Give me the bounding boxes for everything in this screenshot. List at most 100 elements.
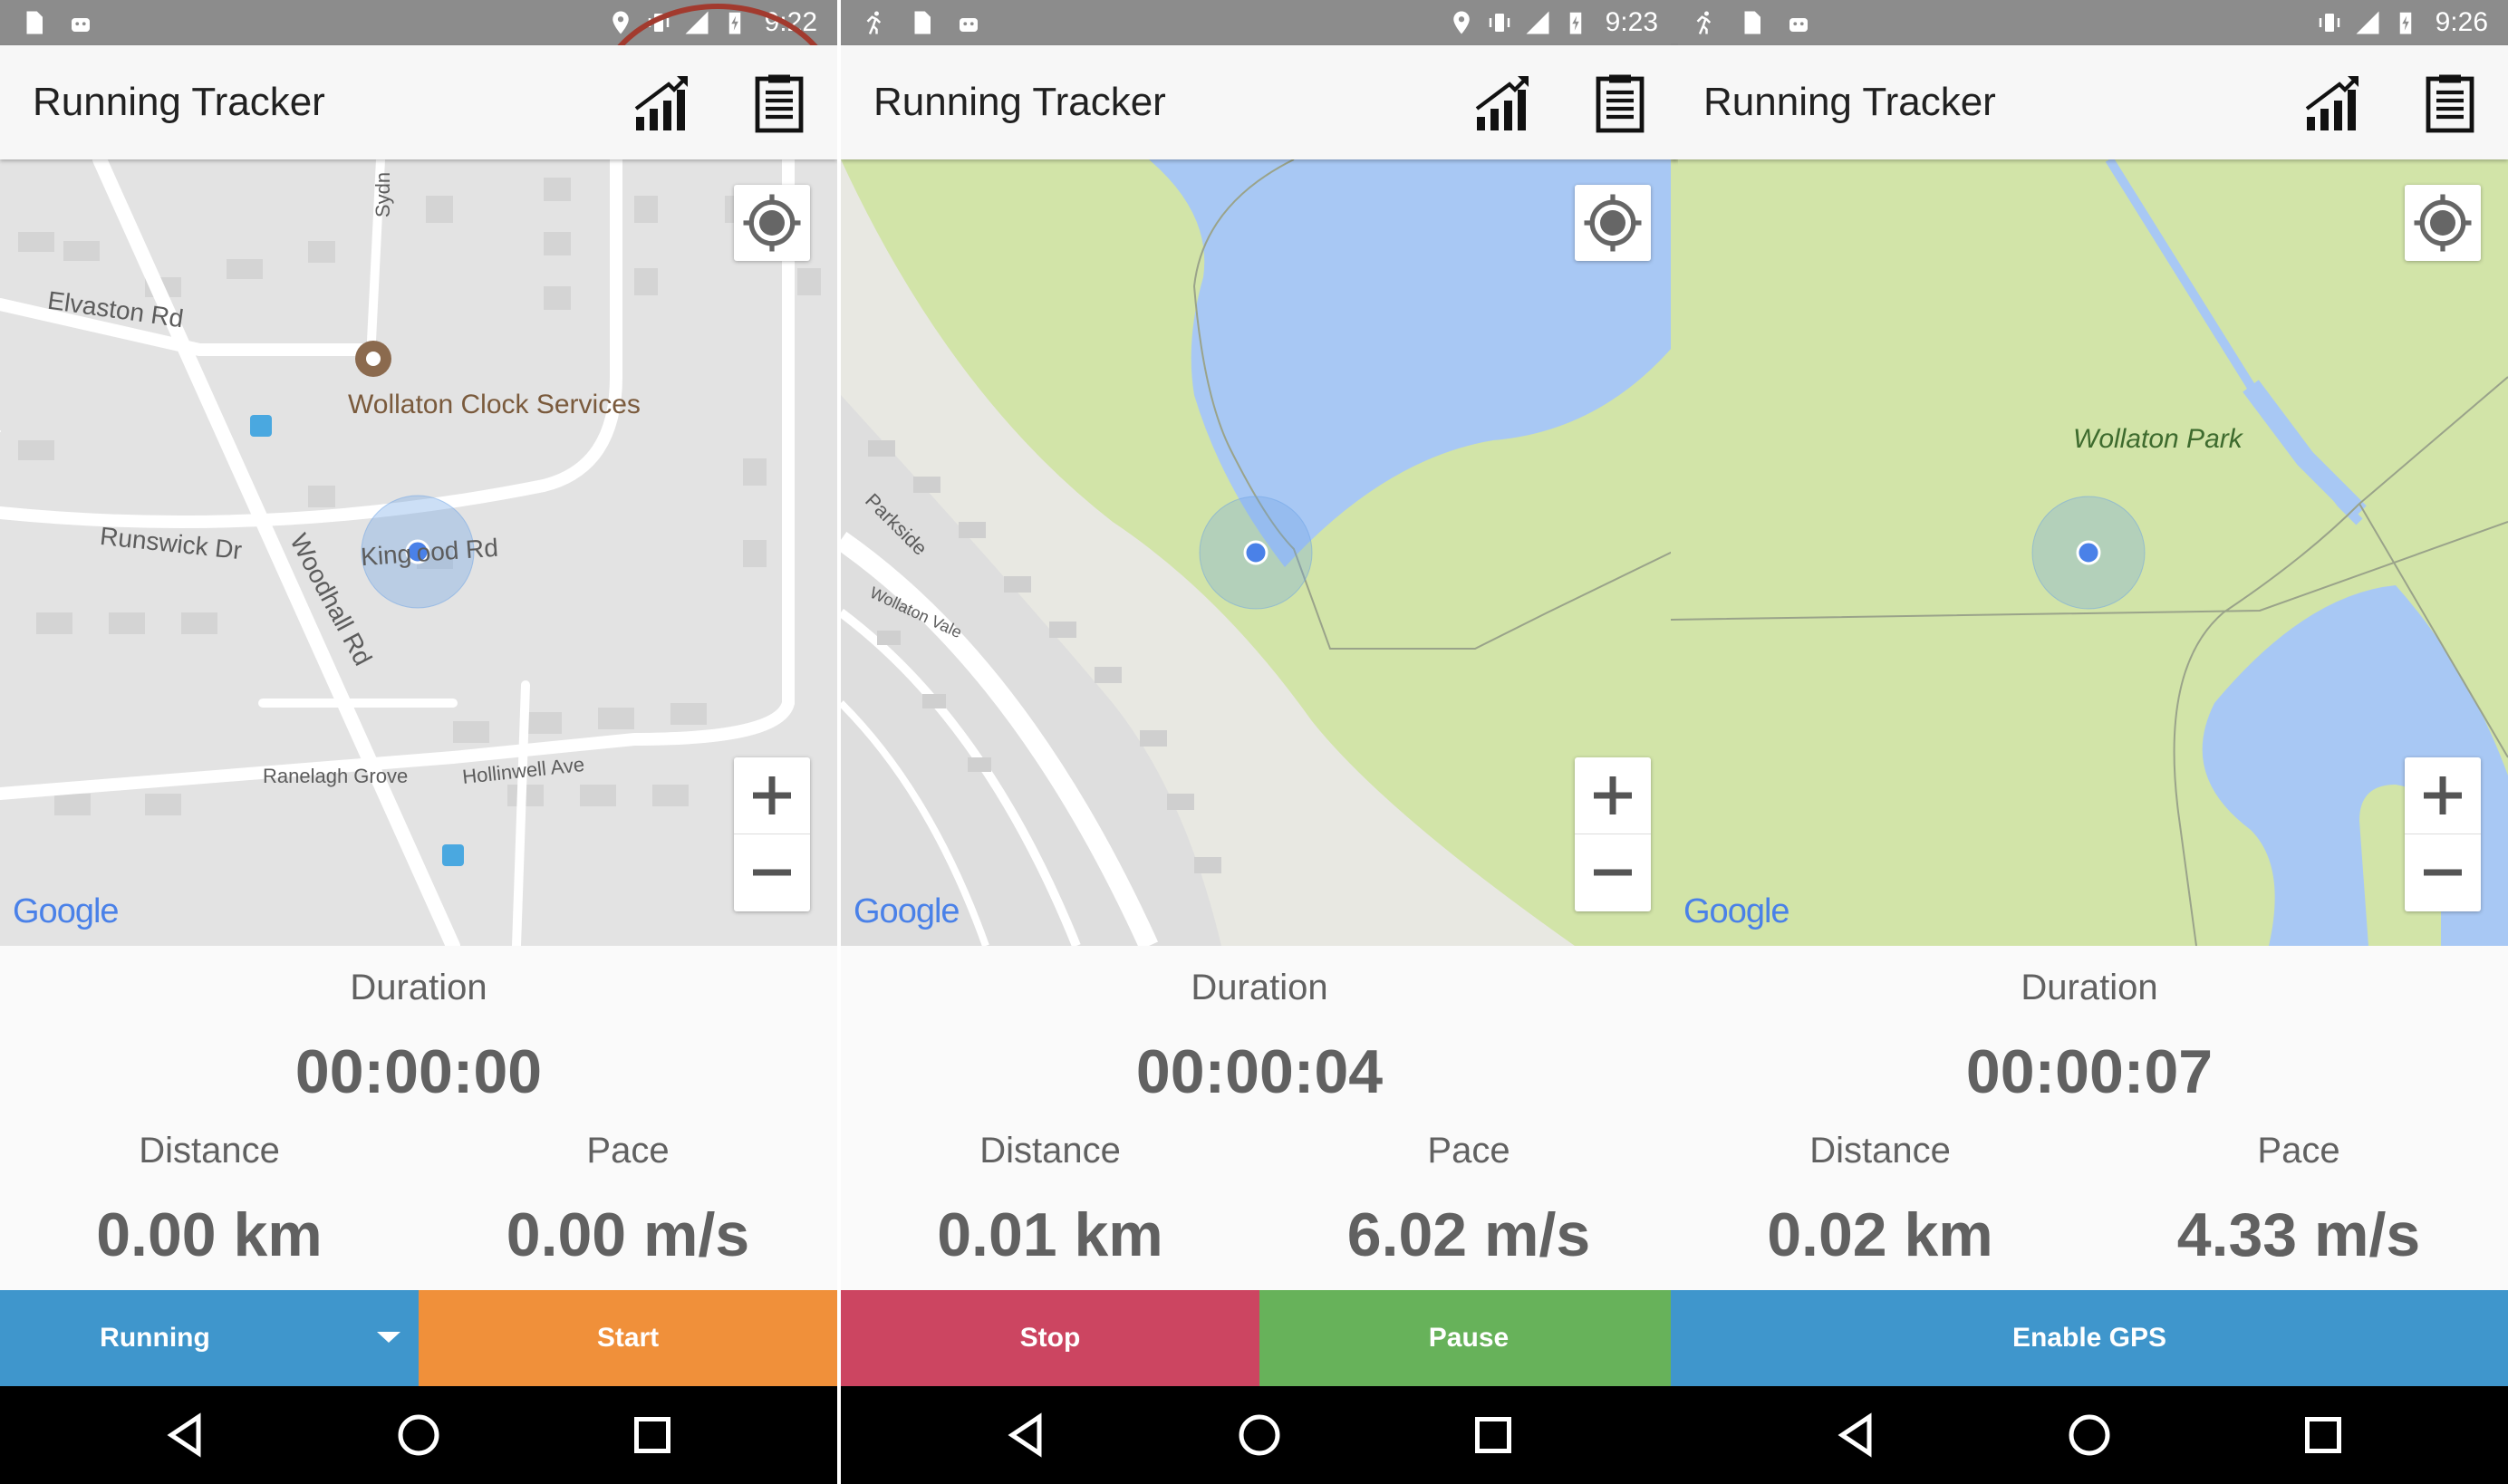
pause-button[interactable]: Pause [1259,1290,1678,1386]
stats-panel: Duration 00:00:00 Distance Pace 0.00 km … [0,946,837,1290]
android-icon [960,18,978,32]
stats-panel: Duration 00:00:04 Distance Pace 0.01 km … [841,946,1678,1290]
map-view[interactable]: Elvaston Rd Wollaton Clock Services Runs… [0,159,837,946]
app-bar: Running Tracker [1671,45,2508,159]
app-title: Running Tracker [873,80,1166,124]
map-label-sydn: Sydn [371,171,395,218]
map-view[interactable]: Parkside Wollaton Vale Google [841,159,1678,946]
running-man-icon [866,11,882,34]
zoom-out-button[interactable] [1575,834,1651,911]
stats-panel: Duration 00:00:07 Distance Pace 0.02 km … [1671,946,2508,1290]
my-location-icon [2414,194,2472,252]
minus-icon [2424,869,2462,876]
android-icon [72,18,90,32]
duration-value: 00:00:00 [294,1037,543,1106]
zoom-controls [1575,757,1651,911]
recents-square-icon[interactable] [2296,1408,2350,1462]
distance-value: 0.02 km [1767,1200,1993,1269]
pace-value: 6.02 m/s [1346,1200,1591,1269]
minus-icon [1594,869,1632,876]
zoom-controls [2405,757,2481,911]
distance-value: 0.01 km [937,1200,1163,1269]
sd-card-icon [1744,11,1760,34]
stats-bar-chart-icon[interactable] [1471,71,1537,136]
clipboard-list-icon[interactable] [1587,71,1653,136]
app-title: Running Tracker [33,80,325,124]
system-nav-bar [1671,1386,2508,1484]
stats-bar-chart-icon[interactable] [631,71,696,136]
app-bar: Running Tracker [841,45,1678,159]
back-triangle-icon[interactable] [158,1408,212,1462]
system-nav-bar [0,1386,837,1484]
plus-icon [753,776,791,814]
enable-gps-button[interactable]: Enable GPS [1671,1290,2508,1386]
sd-card-icon [914,11,931,34]
distance-value: 0.00 km [96,1200,323,1269]
zoom-out-button[interactable] [2405,834,2481,911]
zoom-in-button[interactable] [734,757,810,834]
map-label-wollaton-park: Wollaton Park [2073,424,2243,454]
distance-label: Distance [139,1131,280,1171]
distance-label: Distance [979,1131,1121,1171]
stats-bar-chart-icon[interactable] [2301,71,2367,136]
map-label-ranelagh-grove: Ranelagh Grove [263,765,409,787]
zoom-in-button[interactable] [1575,757,1651,834]
status-time: 9:23 [1605,7,1658,37]
google-logo: Google [854,892,960,930]
android-icon [1789,18,1808,32]
home-circle-icon[interactable] [1232,1408,1287,1462]
battery-charging-icon [1569,12,1581,34]
zoom-controls [734,757,810,911]
lte-signal-icon [2356,11,2379,34]
phone-screen-2: 9:23 Running Tracker Parkside Wollaton V… [841,0,1678,1484]
recents-square-icon[interactable] [625,1408,680,1462]
home-circle-icon[interactable] [2062,1408,2117,1462]
zoom-out-button[interactable] [734,834,810,911]
plus-icon [2424,776,2462,814]
park-map [1671,159,2508,946]
my-location-icon [1584,194,1642,252]
stop-button[interactable]: Stop [841,1290,1259,1386]
recents-square-icon[interactable] [1466,1408,1520,1462]
map-view[interactable]: Wollaton Park Google [1671,159,2508,946]
zoom-in-button[interactable] [2405,757,2481,834]
status-bar: 9:26 [1671,0,2508,45]
pace-label: Pace [586,1131,670,1171]
pace-label: Pace [1427,1131,1510,1171]
status-time: 9:26 [2435,7,2488,37]
map-poi-wollaton-clock-services[interactable]: Wollaton Clock Services [348,390,641,420]
google-logo: Google [1683,892,1790,930]
status-bar: 9:23 [841,0,1678,45]
phone-screen-3: 9:26 Running Tracker Wollaton Park Googl… [1671,0,2508,1484]
duration-label: Duration [2021,968,2158,1007]
sd-card-icon [26,11,43,34]
home-circle-icon[interactable] [391,1408,446,1462]
app-title: Running Tracker [1703,80,1996,124]
distance-label: Distance [1809,1131,1951,1171]
phone-screen-1: 9:22 Running Tracker Elvaston Rd Wollato… [0,0,837,1484]
back-triangle-icon[interactable] [1828,1408,1883,1462]
duration-value: 00:00:04 [1135,1037,1384,1106]
vibrate-icon [2319,14,2339,32]
system-nav-bar [841,1386,1678,1484]
app-bar: Running Tracker [0,45,837,159]
clipboard-list-icon[interactable] [2417,71,2483,136]
my-location-button[interactable] [2405,185,2481,261]
activity-type-label: Running [100,1323,210,1353]
dropdown-arrow-icon [377,1332,400,1343]
clipboard-list-icon[interactable] [747,71,812,136]
action-buttons: Running Start [0,1290,837,1386]
running-man-icon [1696,11,1712,34]
activity-type-dropdown[interactable]: Running [0,1290,419,1386]
plus-icon [1594,776,1632,814]
my-location-button[interactable] [734,185,810,261]
duration-value: 00:00:07 [1965,1037,2214,1106]
action-buttons: Stop Pause [841,1290,1678,1386]
pace-value: 4.33 m/s [2176,1200,2421,1269]
action-buttons: Enable GPS [1671,1290,2508,1386]
start-button[interactable]: Start [419,1290,837,1386]
back-triangle-icon[interactable] [998,1408,1053,1462]
minus-icon [753,869,791,876]
my-location-button[interactable] [1575,185,1651,261]
battery-charging-icon [2399,12,2411,34]
